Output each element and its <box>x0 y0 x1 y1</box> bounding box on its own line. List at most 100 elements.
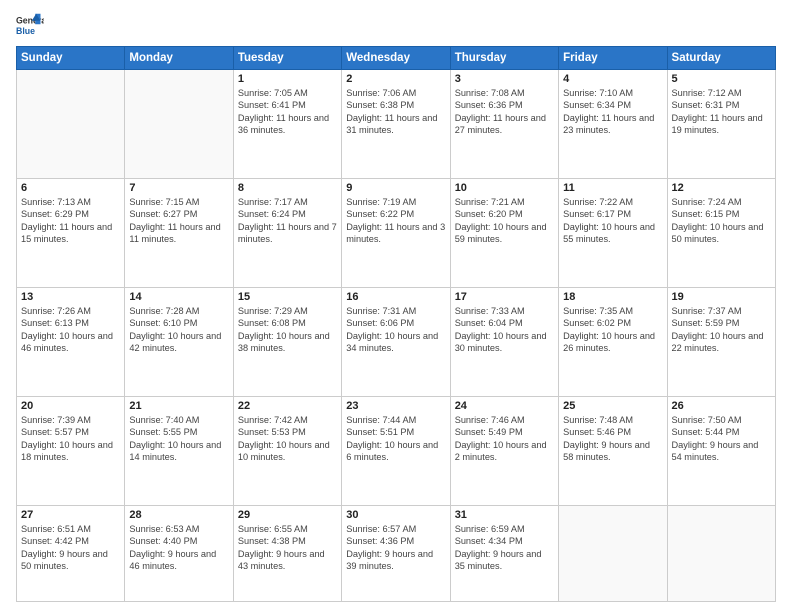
day-number: 3 <box>455 73 554 85</box>
day-number: 30 <box>346 509 445 521</box>
day-number: 13 <box>21 291 120 303</box>
calendar-cell: 26 Sunrise: 7:50 AMSunset: 5:44 PMDayligh… <box>667 396 775 505</box>
calendar-cell: 3 Sunrise: 7:08 AMSunset: 6:36 PMDaylight… <box>450 70 558 179</box>
calendar-header-wednesday: Wednesday <box>342 47 450 70</box>
header: GeneralBlue <box>16 12 776 40</box>
day-info: Sunrise: 7:31 AMSunset: 6:06 PMDaylight:… <box>346 305 445 355</box>
calendar-cell: 31 Sunrise: 6:59 AMSunset: 4:34 PMDayligh… <box>450 505 558 601</box>
calendar-cell: 5Sunrise: 7:12 AMSunset: 6:31 PMDaylight… <box>667 70 775 179</box>
day-number: 31 <box>455 509 554 521</box>
calendar-week-row: 6 Sunrise: 7:13 AMSunset: 6:29 PMDaylight… <box>17 178 776 287</box>
calendar-cell <box>17 70 125 179</box>
calendar-cell: 7 Sunrise: 7:15 AMSunset: 6:27 PMDaylight… <box>125 178 233 287</box>
day-info: Sunrise: 6:59 AMSunset: 4:34 PMDaylight:… <box>455 523 554 573</box>
calendar-cell: 29Sunrise: 6:55 AMSunset: 4:38 PMDayligh… <box>233 505 341 601</box>
day-info: Sunrise: 7:50 AMSunset: 5:44 PMDaylight:… <box>672 414 771 464</box>
calendar-cell: 19 Sunrise: 7:37 AMSunset: 5:59 PMDayligh… <box>667 287 775 396</box>
day-info: Sunrise: 7:06 AMSunset: 6:38 PMDaylight:… <box>346 87 445 137</box>
day-number: 28 <box>129 509 228 521</box>
logo: GeneralBlue <box>16 12 44 40</box>
calendar-cell: 23 Sunrise: 7:44 AMSunset: 5:51 PMDayligh… <box>342 396 450 505</box>
day-number: 1 <box>238 73 337 85</box>
calendar-cell: 6 Sunrise: 7:13 AMSunset: 6:29 PMDaylight… <box>17 178 125 287</box>
calendar-cell <box>667 505 775 601</box>
calendar-cell: 4 Sunrise: 7:10 AMSunset: 6:34 PMDaylight… <box>559 70 667 179</box>
day-info: Sunrise: 7:42 AMSunset: 5:53 PMDaylight:… <box>238 414 337 464</box>
day-info: Sunrise: 7:05 AMSunset: 6:41 PMDaylight:… <box>238 87 337 137</box>
day-number: 9 <box>346 182 445 194</box>
calendar-week-row: 13 Sunrise: 7:26 AMSunset: 6:13 PMDayligh… <box>17 287 776 396</box>
day-number: 23 <box>346 400 445 412</box>
calendar-cell: 11Sunrise: 7:22 AMSunset: 6:17 PMDayligh… <box>559 178 667 287</box>
calendar-cell: 17 Sunrise: 7:33 AMSunset: 6:04 PMDayligh… <box>450 287 558 396</box>
day-number: 21 <box>129 400 228 412</box>
day-number: 14 <box>129 291 228 303</box>
day-info: Sunrise: 7:35 AMSunset: 6:02 PMDaylight:… <box>563 305 662 355</box>
day-number: 12 <box>672 182 771 194</box>
day-number: 17 <box>455 291 554 303</box>
day-info: Sunrise: 6:55 AMSunset: 4:38 PMDaylight:… <box>238 523 337 573</box>
day-number: 26 <box>672 400 771 412</box>
calendar-cell: 12 Sunrise: 7:24 AMSunset: 6:15 PMDayligh… <box>667 178 775 287</box>
day-info: Sunrise: 7:08 AMSunset: 6:36 PMDaylight:… <box>455 87 554 137</box>
calendar-cell: 14 Sunrise: 7:28 AMSunset: 6:10 PMDayligh… <box>125 287 233 396</box>
calendar-header-row: SundayMondayTuesdayWednesdayThursdayFrid… <box>17 47 776 70</box>
calendar-cell: 18 Sunrise: 7:35 AMSunset: 6:02 PMDayligh… <box>559 287 667 396</box>
calendar-cell: 27Sunrise: 6:51 AMSunset: 4:42 PMDayligh… <box>17 505 125 601</box>
day-info: Sunrise: 7:37 AMSunset: 5:59 PMDaylight:… <box>672 305 771 355</box>
day-number: 22 <box>238 400 337 412</box>
calendar-cell: 10Sunrise: 7:21 AMSunset: 6:20 PMDayligh… <box>450 178 558 287</box>
calendar-header-saturday: Saturday <box>667 47 775 70</box>
calendar-cell: 9Sunrise: 7:19 AMSunset: 6:22 PMDaylight… <box>342 178 450 287</box>
day-info: Sunrise: 6:51 AMSunset: 4:42 PMDaylight:… <box>21 523 120 573</box>
day-number: 19 <box>672 291 771 303</box>
calendar-header-sunday: Sunday <box>17 47 125 70</box>
day-info: Sunrise: 7:33 AMSunset: 6:04 PMDaylight:… <box>455 305 554 355</box>
day-info: Sunrise: 7:12 AMSunset: 6:31 PMDaylight:… <box>672 87 771 137</box>
logo-icon: GeneralBlue <box>16 12 44 40</box>
day-number: 11 <box>563 182 662 194</box>
calendar-cell <box>125 70 233 179</box>
day-info: Sunrise: 7:26 AMSunset: 6:13 PMDaylight:… <box>21 305 120 355</box>
day-info: Sunrise: 6:53 AMSunset: 4:40 PMDaylight:… <box>129 523 228 573</box>
calendar-cell: 8 Sunrise: 7:17 AMSunset: 6:24 PMDaylight… <box>233 178 341 287</box>
svg-text:Blue: Blue <box>16 26 35 36</box>
calendar-week-row: 20Sunrise: 7:39 AMSunset: 5:57 PMDayligh… <box>17 396 776 505</box>
day-number: 24 <box>455 400 554 412</box>
day-info: Sunrise: 7:39 AMSunset: 5:57 PMDaylight:… <box>21 414 120 464</box>
day-number: 7 <box>129 182 228 194</box>
day-info: Sunrise: 7:24 AMSunset: 6:15 PMDaylight:… <box>672 196 771 246</box>
day-info: Sunrise: 6:57 AMSunset: 4:36 PMDaylight:… <box>346 523 445 573</box>
day-info: Sunrise: 7:48 AMSunset: 5:46 PMDaylight:… <box>563 414 662 464</box>
day-info: Sunrise: 7:28 AMSunset: 6:10 PMDaylight:… <box>129 305 228 355</box>
calendar-cell: 2Sunrise: 7:06 AMSunset: 6:38 PMDaylight… <box>342 70 450 179</box>
day-number: 4 <box>563 73 662 85</box>
day-number: 18 <box>563 291 662 303</box>
calendar-cell <box>559 505 667 601</box>
calendar-header-friday: Friday <box>559 47 667 70</box>
day-number: 16 <box>346 291 445 303</box>
day-number: 15 <box>238 291 337 303</box>
calendar-cell: 16 Sunrise: 7:31 AMSunset: 6:06 PMDayligh… <box>342 287 450 396</box>
day-info: Sunrise: 7:15 AMSunset: 6:27 PMDaylight:… <box>129 196 228 246</box>
day-number: 6 <box>21 182 120 194</box>
day-info: Sunrise: 7:46 AMSunset: 5:49 PMDaylight:… <box>455 414 554 464</box>
day-info: Sunrise: 7:44 AMSunset: 5:51 PMDaylight:… <box>346 414 445 464</box>
day-number: 10 <box>455 182 554 194</box>
day-info: Sunrise: 7:13 AMSunset: 6:29 PMDaylight:… <box>21 196 120 246</box>
calendar-week-row: 1 Sunrise: 7:05 AMSunset: 6:41 PMDaylight… <box>17 70 776 179</box>
calendar-cell: 20Sunrise: 7:39 AMSunset: 5:57 PMDayligh… <box>17 396 125 505</box>
calendar-cell: 15 Sunrise: 7:29 AMSunset: 6:08 PMDayligh… <box>233 287 341 396</box>
day-number: 8 <box>238 182 337 194</box>
calendar-header-tuesday: Tuesday <box>233 47 341 70</box>
calendar-cell: 13 Sunrise: 7:26 AMSunset: 6:13 PMDayligh… <box>17 287 125 396</box>
calendar-table: SundayMondayTuesdayWednesdayThursdayFrid… <box>16 46 776 602</box>
calendar-cell: 22 Sunrise: 7:42 AMSunset: 5:53 PMDayligh… <box>233 396 341 505</box>
day-info: Sunrise: 7:10 AMSunset: 6:34 PMDaylight:… <box>563 87 662 137</box>
calendar-cell: 30 Sunrise: 6:57 AMSunset: 4:36 PMDayligh… <box>342 505 450 601</box>
day-info: Sunrise: 7:17 AMSunset: 6:24 PMDaylight:… <box>238 196 337 246</box>
calendar-header-monday: Monday <box>125 47 233 70</box>
calendar-cell: 24 Sunrise: 7:46 AMSunset: 5:49 PMDayligh… <box>450 396 558 505</box>
calendar-header-thursday: Thursday <box>450 47 558 70</box>
day-info: Sunrise: 7:29 AMSunset: 6:08 PMDaylight:… <box>238 305 337 355</box>
